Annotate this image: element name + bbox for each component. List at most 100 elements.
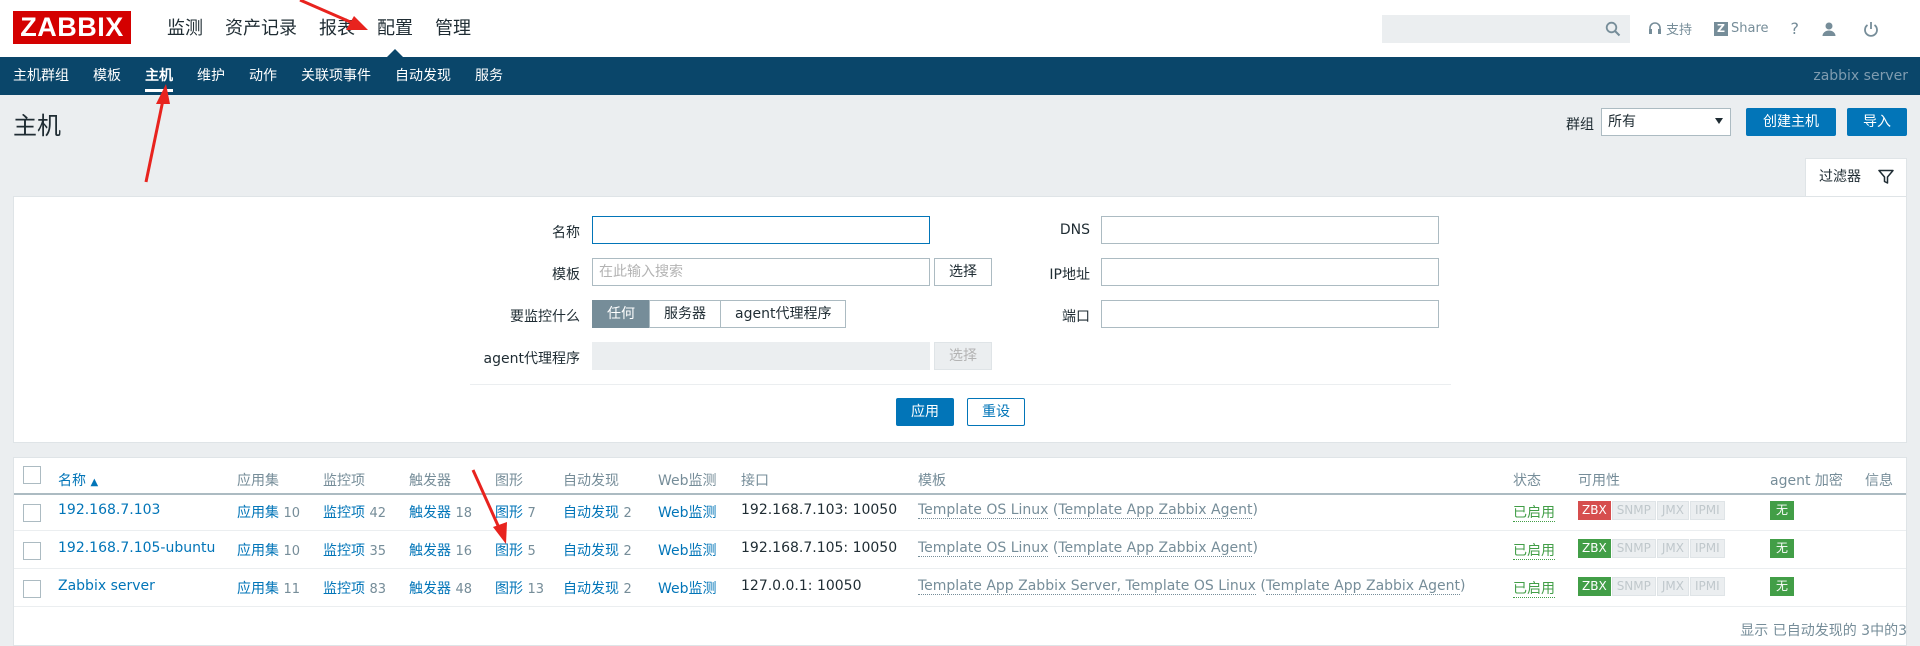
help-link[interactable]: ? bbox=[1791, 19, 1800, 38]
group-select-value: 所有 bbox=[1608, 114, 1636, 130]
submenu-hosts[interactable]: 主机 bbox=[133, 57, 185, 95]
template-link[interactable]: Template App Zabbix Server, Template OS … bbox=[918, 578, 1256, 595]
select-all-checkbox[interactable] bbox=[23, 466, 41, 484]
submenu-correlation[interactable]: 关联项事件 bbox=[289, 57, 383, 95]
applications-cell[interactable]: 应用集 10 bbox=[237, 540, 300, 560]
logout-link[interactable] bbox=[1863, 21, 1883, 37]
support-link[interactable]: 支持 bbox=[1648, 19, 1692, 38]
filter-ip-label: IP地址 bbox=[1049, 267, 1090, 283]
templates-cell: Template OS Linux (Template App Zabbix A… bbox=[918, 502, 1258, 519]
items-cell[interactable]: 监控项 35 bbox=[323, 540, 386, 560]
row-checkbox[interactable] bbox=[23, 580, 41, 598]
availability-cell: ZBX SNMP JMX IPMI bbox=[1578, 539, 1726, 558]
encryption-badge: 无 bbox=[1770, 577, 1795, 596]
menu-inventory[interactable]: 资产记录 bbox=[214, 0, 308, 57]
availability-cell: ZBX SNMP JMX IPMI bbox=[1578, 577, 1726, 596]
applications-cell[interactable]: 应用集 11 bbox=[237, 578, 300, 598]
status-cell[interactable]: 已启用 bbox=[1513, 502, 1555, 522]
items-cell[interactable]: 监控项 83 bbox=[323, 578, 386, 598]
col-web-header: Web监测 bbox=[658, 473, 717, 489]
web-cell[interactable]: Web监测 bbox=[658, 578, 717, 598]
applications-cell[interactable]: 应用集 10 bbox=[237, 502, 300, 522]
filter-divider bbox=[470, 384, 1451, 385]
ipmi-badge: IPMI bbox=[1690, 501, 1725, 520]
col-encryption-header: agent 加密 bbox=[1770, 473, 1843, 489]
sub-menu: 主机群组 模板 主机 维护 动作 关联项事件 自动发现 服务 bbox=[0, 57, 515, 95]
col-name-header[interactable]: 名称 ▲ bbox=[58, 470, 98, 490]
template-link[interactable]: Template OS Linux bbox=[918, 502, 1049, 519]
triggers-cell[interactable]: 触发器 16 bbox=[409, 540, 472, 560]
parent-template-link[interactable]: Template App Zabbix Agent bbox=[1265, 578, 1460, 595]
monitor-radio-group: 任何 服务器 agent代理程序 bbox=[592, 300, 847, 328]
submenu-services[interactable]: 服务 bbox=[463, 57, 515, 95]
graphs-cell[interactable]: 图形 7 bbox=[495, 502, 536, 522]
submenu-host-groups[interactable]: 主机群组 bbox=[0, 57, 81, 95]
parent-template-link[interactable]: Template App Zabbix Agent bbox=[1058, 502, 1253, 519]
create-host-button[interactable]: 创建主机 bbox=[1746, 108, 1836, 136]
top-links: 支持 Z Share ? bbox=[1648, 0, 1905, 57]
template-link[interactable]: Template OS Linux bbox=[918, 540, 1049, 557]
host-name-link[interactable]: 192.168.7.103 bbox=[58, 502, 160, 518]
group-label: 群组 bbox=[1566, 117, 1594, 133]
web-cell[interactable]: Web监测 bbox=[658, 540, 717, 560]
filter-template-input[interactable]: 在此输入搜索 bbox=[592, 258, 930, 286]
proxy-select-button: 选择 bbox=[934, 342, 992, 370]
filter-proxy-label: agent代理程序 bbox=[483, 351, 580, 367]
hosts-table: 名称 ▲ 应用集 监控项 触发器 图形 自动发现 Web监测 接口 模板 状态 … bbox=[13, 457, 1907, 646]
filter-port-input[interactable] bbox=[1101, 300, 1439, 328]
search-icon[interactable] bbox=[1605, 21, 1621, 37]
zabbix-logo[interactable]: ZABBIX bbox=[13, 11, 131, 44]
apply-button[interactable]: 应用 bbox=[896, 398, 954, 426]
menu-reports[interactable]: 报表 bbox=[308, 0, 366, 57]
col-templates-header: 模板 bbox=[918, 473, 946, 489]
parent-template-link[interactable]: Template App Zabbix Agent bbox=[1058, 540, 1253, 557]
monitor-option-any[interactable]: 任何 bbox=[592, 300, 649, 328]
monitor-option-proxy[interactable]: agent代理程序 bbox=[720, 300, 847, 328]
menu-administration[interactable]: 管理 bbox=[424, 0, 482, 57]
filter-ip-input[interactable] bbox=[1101, 258, 1439, 286]
web-cell[interactable]: Web监测 bbox=[658, 502, 717, 522]
host-name-link[interactable]: 192.168.7.105-ubuntu bbox=[58, 540, 215, 556]
group-select[interactable]: 所有 bbox=[1601, 108, 1731, 136]
col-interface-header: 接口 bbox=[741, 473, 769, 489]
help-icon: ? bbox=[1790, 19, 1800, 38]
zbx-badge: ZBX bbox=[1578, 539, 1611, 558]
submenu-discovery[interactable]: 自动发现 bbox=[383, 57, 463, 95]
graphs-cell[interactable]: 图形 13 bbox=[495, 578, 544, 598]
graphs-cell[interactable]: 图形 5 bbox=[495, 540, 536, 560]
status-cell[interactable]: 已启用 bbox=[1513, 540, 1555, 560]
discovery-cell[interactable]: 自动发现 2 bbox=[563, 540, 632, 560]
row-checkbox[interactable] bbox=[23, 542, 41, 560]
submenu-maintenance[interactable]: 维护 bbox=[185, 57, 237, 95]
support-label: 支持 bbox=[1666, 23, 1693, 38]
zbx-badge: ZBX bbox=[1578, 501, 1611, 520]
menu-monitoring[interactable]: 监测 bbox=[156, 0, 214, 57]
items-cell[interactable]: 监控项 42 bbox=[323, 502, 386, 522]
triggers-cell[interactable]: 触发器 18 bbox=[409, 502, 472, 522]
col-items-header: 监控项 bbox=[323, 473, 365, 489]
host-name-link[interactable]: Zabbix server bbox=[58, 578, 155, 594]
filter-name-input[interactable] bbox=[592, 216, 930, 244]
status-cell[interactable]: 已启用 bbox=[1513, 578, 1555, 598]
profile-link[interactable] bbox=[1821, 21, 1841, 37]
col-applications-header: 应用集 bbox=[237, 473, 279, 489]
global-search-input[interactable] bbox=[1382, 15, 1630, 43]
submenu-templates[interactable]: 模板 bbox=[81, 57, 133, 95]
discovery-cell[interactable]: 自动发现 2 bbox=[563, 502, 632, 522]
share-link[interactable]: Z Share bbox=[1714, 21, 1769, 36]
jmx-badge: JMX bbox=[1656, 539, 1689, 558]
menu-configuration[interactable]: 配置 bbox=[366, 0, 424, 57]
reset-button[interactable]: 重设 bbox=[967, 398, 1025, 426]
top-bar: ZABBIX 监测 资产记录 报表 配置 管理 支持 Z Share ? bbox=[0, 0, 1920, 57]
discovery-cell[interactable]: 自动发现 2 bbox=[563, 578, 632, 598]
row-divider bbox=[14, 530, 1906, 531]
monitor-option-server[interactable]: 服务器 bbox=[649, 300, 720, 328]
filter-tab[interactable]: 过滤器 bbox=[1805, 158, 1907, 196]
row-checkbox[interactable] bbox=[23, 504, 41, 522]
filter-dns-input[interactable] bbox=[1101, 216, 1439, 244]
triggers-cell[interactable]: 触发器 48 bbox=[409, 578, 472, 598]
share-icon: Z bbox=[1714, 21, 1729, 36]
import-button[interactable]: 导入 bbox=[1847, 108, 1907, 136]
share-label: Share bbox=[1731, 21, 1769, 36]
submenu-actions[interactable]: 动作 bbox=[237, 57, 289, 95]
